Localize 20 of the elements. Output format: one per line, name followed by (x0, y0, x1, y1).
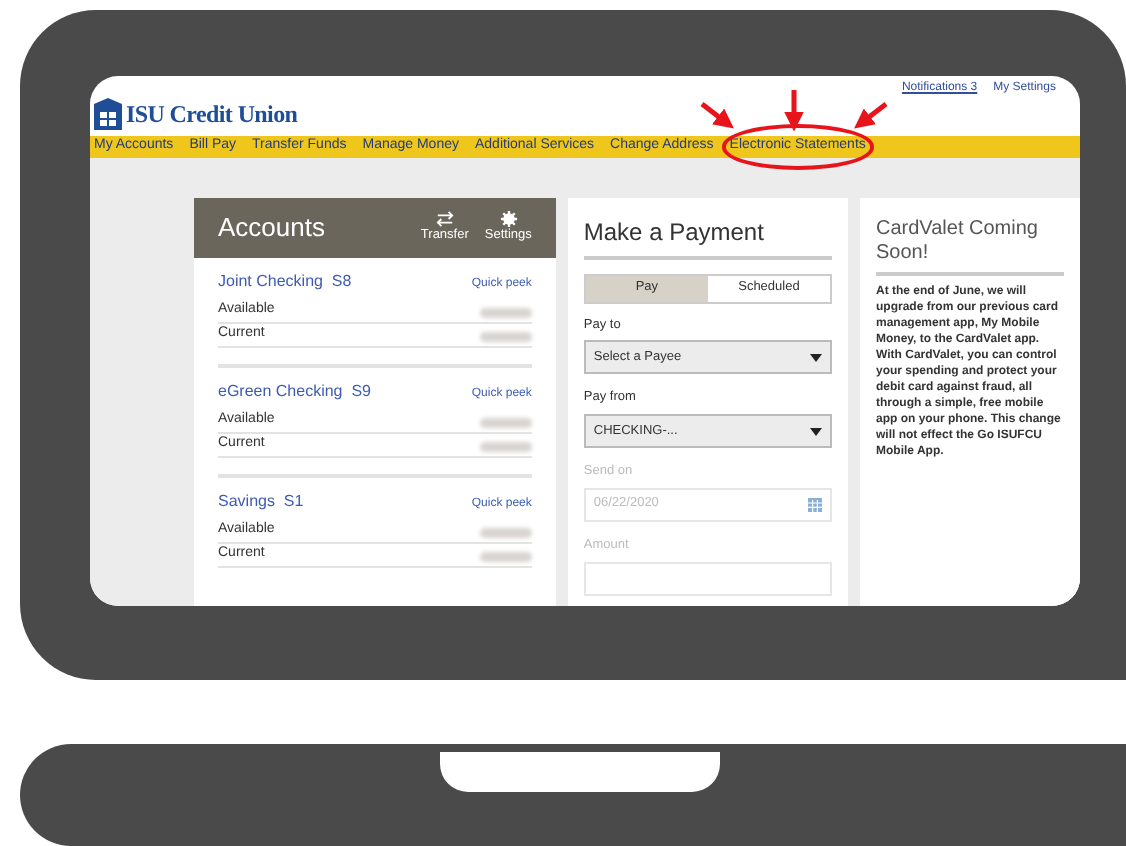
pointer-arrow (784, 90, 804, 132)
blurred-amount (479, 441, 532, 451)
caret-icon (810, 427, 822, 435)
account-name[interactable]: eGreen Checking S9 (218, 379, 371, 403)
caret-icon (810, 353, 822, 362)
account-name[interactable]: Savings S1 (218, 489, 304, 513)
blurred-amount (479, 331, 532, 341)
panel-title: Accounts (218, 209, 325, 246)
blurred-amount (479, 527, 532, 537)
news-title: CardValet Coming Soon! (876, 217, 1064, 275)
pointer-arrow (854, 102, 888, 129)
panel-title: Make a Payment (583, 213, 832, 259)
account-name[interactable]: Joint Checking S8 (218, 269, 352, 293)
blurred-amount (479, 551, 532, 561)
swap-arrows-icon (435, 210, 454, 228)
settings-icon (499, 210, 518, 228)
logo-text: ISU Credit Union (126, 98, 298, 132)
blurred-amount (479, 417, 532, 427)
blurred-amount (479, 307, 532, 317)
pointer-arrow (700, 102, 734, 129)
